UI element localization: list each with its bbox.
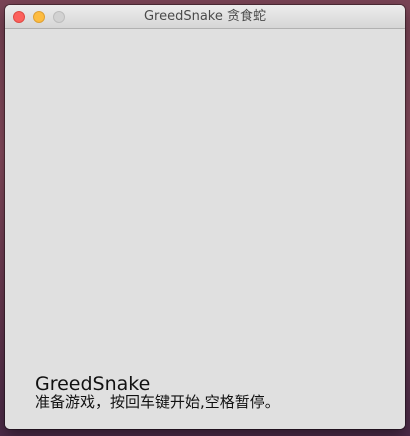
- title-bar[interactable]: GreedSnake 贪食蛇: [5, 5, 405, 29]
- game-hint: 准备游戏，按回车键开始,空格暂停。: [35, 393, 280, 411]
- game-canvas[interactable]: GreedSnake 准备游戏，按回车键开始,空格暂停。: [5, 29, 405, 429]
- game-title: GreedSnake: [35, 373, 151, 395]
- window-title: GreedSnake 贪食蛇: [143, 9, 267, 24]
- app-window: GreedSnake 贪食蛇 GreedSnake 准备游戏，按回车键开始,空格…: [5, 5, 405, 429]
